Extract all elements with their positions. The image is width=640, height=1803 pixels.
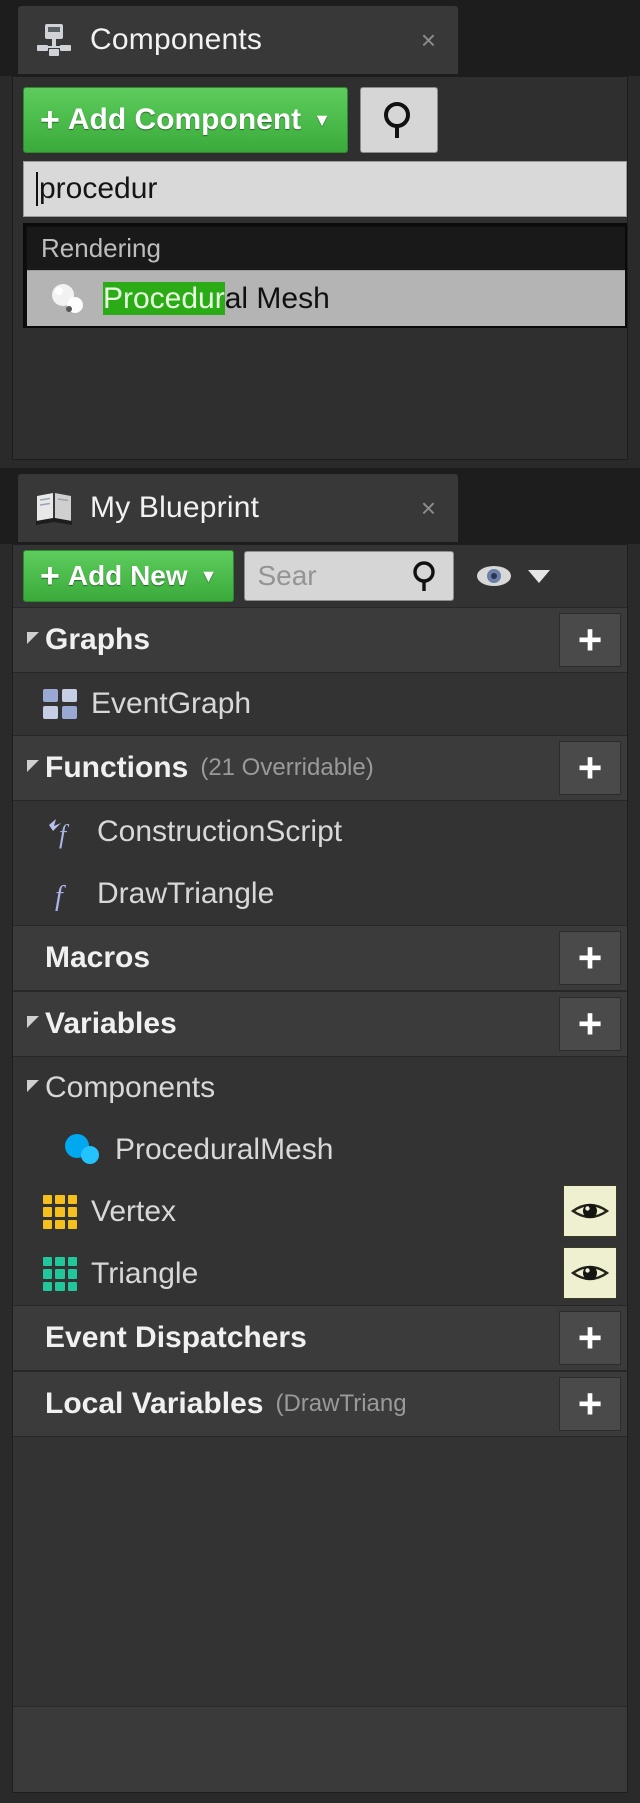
twisty-icon[interactable] [27, 632, 39, 644]
twisty-icon[interactable] [27, 1016, 39, 1028]
group-components[interactable]: Components [13, 1057, 627, 1119]
construction-script-icon: f [43, 814, 83, 850]
list-item-triangle[interactable]: Triangle [13, 1243, 627, 1305]
list-item-label: ConstructionScript [97, 815, 343, 848]
component-search-button[interactable] [359, 87, 438, 153]
vertex-visibility-toggle[interactable] [563, 1185, 617, 1237]
book-icon [32, 486, 76, 530]
list-item-label: DrawTriangle [97, 877, 275, 910]
blueprint-empty-area [13, 1706, 627, 1792]
components-icon [32, 18, 76, 62]
section-functions[interactable]: Functions (21 Overridable) + [13, 735, 627, 801]
integer-array-icon [43, 1257, 77, 1291]
blueprint-visibility-controls [470, 561, 551, 591]
list-item-label: Vertex [91, 1195, 177, 1228]
list-item-eventgraph[interactable]: EventGraph [13, 673, 627, 735]
add-component-button[interactable]: + Add Component ▼ [23, 87, 348, 153]
add-new-button[interactable]: + Add New ▼ [23, 550, 235, 602]
dropdown-item-label: Procedural Mesh [103, 281, 330, 316]
tab-components-label: Components [90, 23, 263, 56]
list-item-vertex[interactable]: Vertex [13, 1181, 627, 1243]
text-cursor [36, 172, 38, 206]
tab-components[interactable]: Components × [18, 6, 458, 74]
section-functions-label: Functions [45, 751, 189, 784]
svg-text:f: f [59, 820, 70, 849]
triangle-visibility-toggle[interactable] [563, 1247, 617, 1299]
section-local-variables[interactable]: Local Variables (DrawTriang + [13, 1371, 627, 1437]
component-search-dropdown: Rendering Procedural Mesh [23, 223, 627, 328]
chevron-down-icon: ▼ [199, 565, 218, 586]
list-item-label: EventGraph [91, 687, 252, 720]
eye-icon [570, 1265, 610, 1281]
section-macros[interactable]: Macros + [13, 925, 627, 991]
dropdown-item-procedural-mesh[interactable]: Procedural Mesh [27, 270, 625, 326]
list-item-label: Triangle [91, 1257, 199, 1290]
plus-icon: + [40, 557, 60, 595]
components-tabstrip: Components × [0, 0, 640, 76]
group-components-label: Components [45, 1071, 216, 1104]
add-component-label: Add Component [67, 103, 302, 136]
tab-my-blueprint-label: My Blueprint [90, 491, 260, 524]
add-event-dispatcher-button[interactable]: + [559, 1311, 621, 1365]
list-item-label: ProceduralMesh [115, 1133, 334, 1166]
close-icon[interactable]: × [421, 27, 436, 53]
section-variables[interactable]: Variables + [13, 991, 627, 1057]
svg-text:f: f [55, 881, 66, 912]
dropdown-category-rendering: Rendering [27, 227, 625, 270]
event-graph-icon [43, 689, 77, 719]
mesh-component-icon [65, 1134, 101, 1166]
twisty-icon[interactable] [27, 760, 39, 772]
eye-icon [570, 1203, 610, 1219]
chevron-down-icon[interactable] [528, 569, 551, 583]
add-macro-button[interactable]: + [559, 931, 621, 985]
section-local-variables-label: Local Variables [45, 1387, 264, 1420]
my-blueprint-panel: My Blueprint × + Add New ▼ Sear Graphs +… [0, 468, 640, 1803]
blueprint-search-placeholder: Sear [257, 560, 317, 591]
dropdown-match-highlight: Procedur [103, 281, 225, 315]
component-search-value: procedur [39, 172, 158, 205]
eye-icon[interactable] [470, 561, 518, 591]
add-function-button[interactable]: + [559, 741, 621, 795]
search-icon [383, 102, 410, 138]
blueprint-search-input[interactable]: Sear [244, 551, 455, 601]
section-graphs-label: Graphs [45, 623, 151, 656]
vector-array-icon [43, 1195, 77, 1229]
search-icon [413, 561, 436, 591]
section-variables-label: Variables [45, 1007, 177, 1040]
add-new-label: Add New [67, 560, 188, 591]
mesh-icon [49, 282, 89, 316]
function-icon: f [43, 876, 83, 912]
add-graph-button[interactable]: + [559, 613, 621, 667]
add-local-variable-button[interactable]: + [559, 1377, 621, 1431]
close-icon[interactable]: × [421, 495, 436, 521]
section-graphs[interactable]: Graphs + [13, 607, 627, 673]
components-panel: Components × + Add Component ▼ procedur … [0, 0, 640, 468]
twisty-icon[interactable] [27, 1080, 39, 1092]
blueprint-toolbar: + Add New ▼ Sear [13, 545, 627, 607]
dropdown-rest-text: al Mesh [224, 281, 330, 315]
section-event-dispatchers[interactable]: Event Dispatchers + [13, 1305, 627, 1371]
plus-icon: + [40, 101, 60, 139]
section-functions-meta: (21 Overridable) [200, 754, 374, 781]
blueprint-body: + Add New ▼ Sear Graphs + EventGraph Fun… [12, 544, 628, 1793]
tab-my-blueprint[interactable]: My Blueprint × [18, 474, 458, 542]
add-variable-button[interactable]: + [559, 997, 621, 1051]
section-event-dispatchers-label: Event Dispatchers [45, 1321, 307, 1354]
section-macros-label: Macros [45, 941, 151, 974]
section-local-variables-meta: (DrawTriang [275, 1390, 407, 1417]
list-item-drawtriangle[interactable]: f DrawTriangle [13, 863, 627, 925]
list-item-constructionscript[interactable]: f ConstructionScript [13, 801, 627, 863]
components-body: + Add Component ▼ procedur Rendering Pro… [12, 76, 628, 460]
component-search-input[interactable]: procedur [23, 161, 627, 217]
add-component-row: + Add Component ▼ [23, 87, 617, 153]
chevron-down-icon: ▼ [313, 109, 331, 130]
blueprint-tabstrip: My Blueprint × [0, 468, 640, 544]
list-item-proceduralmesh[interactable]: ProceduralMesh [13, 1119, 627, 1181]
